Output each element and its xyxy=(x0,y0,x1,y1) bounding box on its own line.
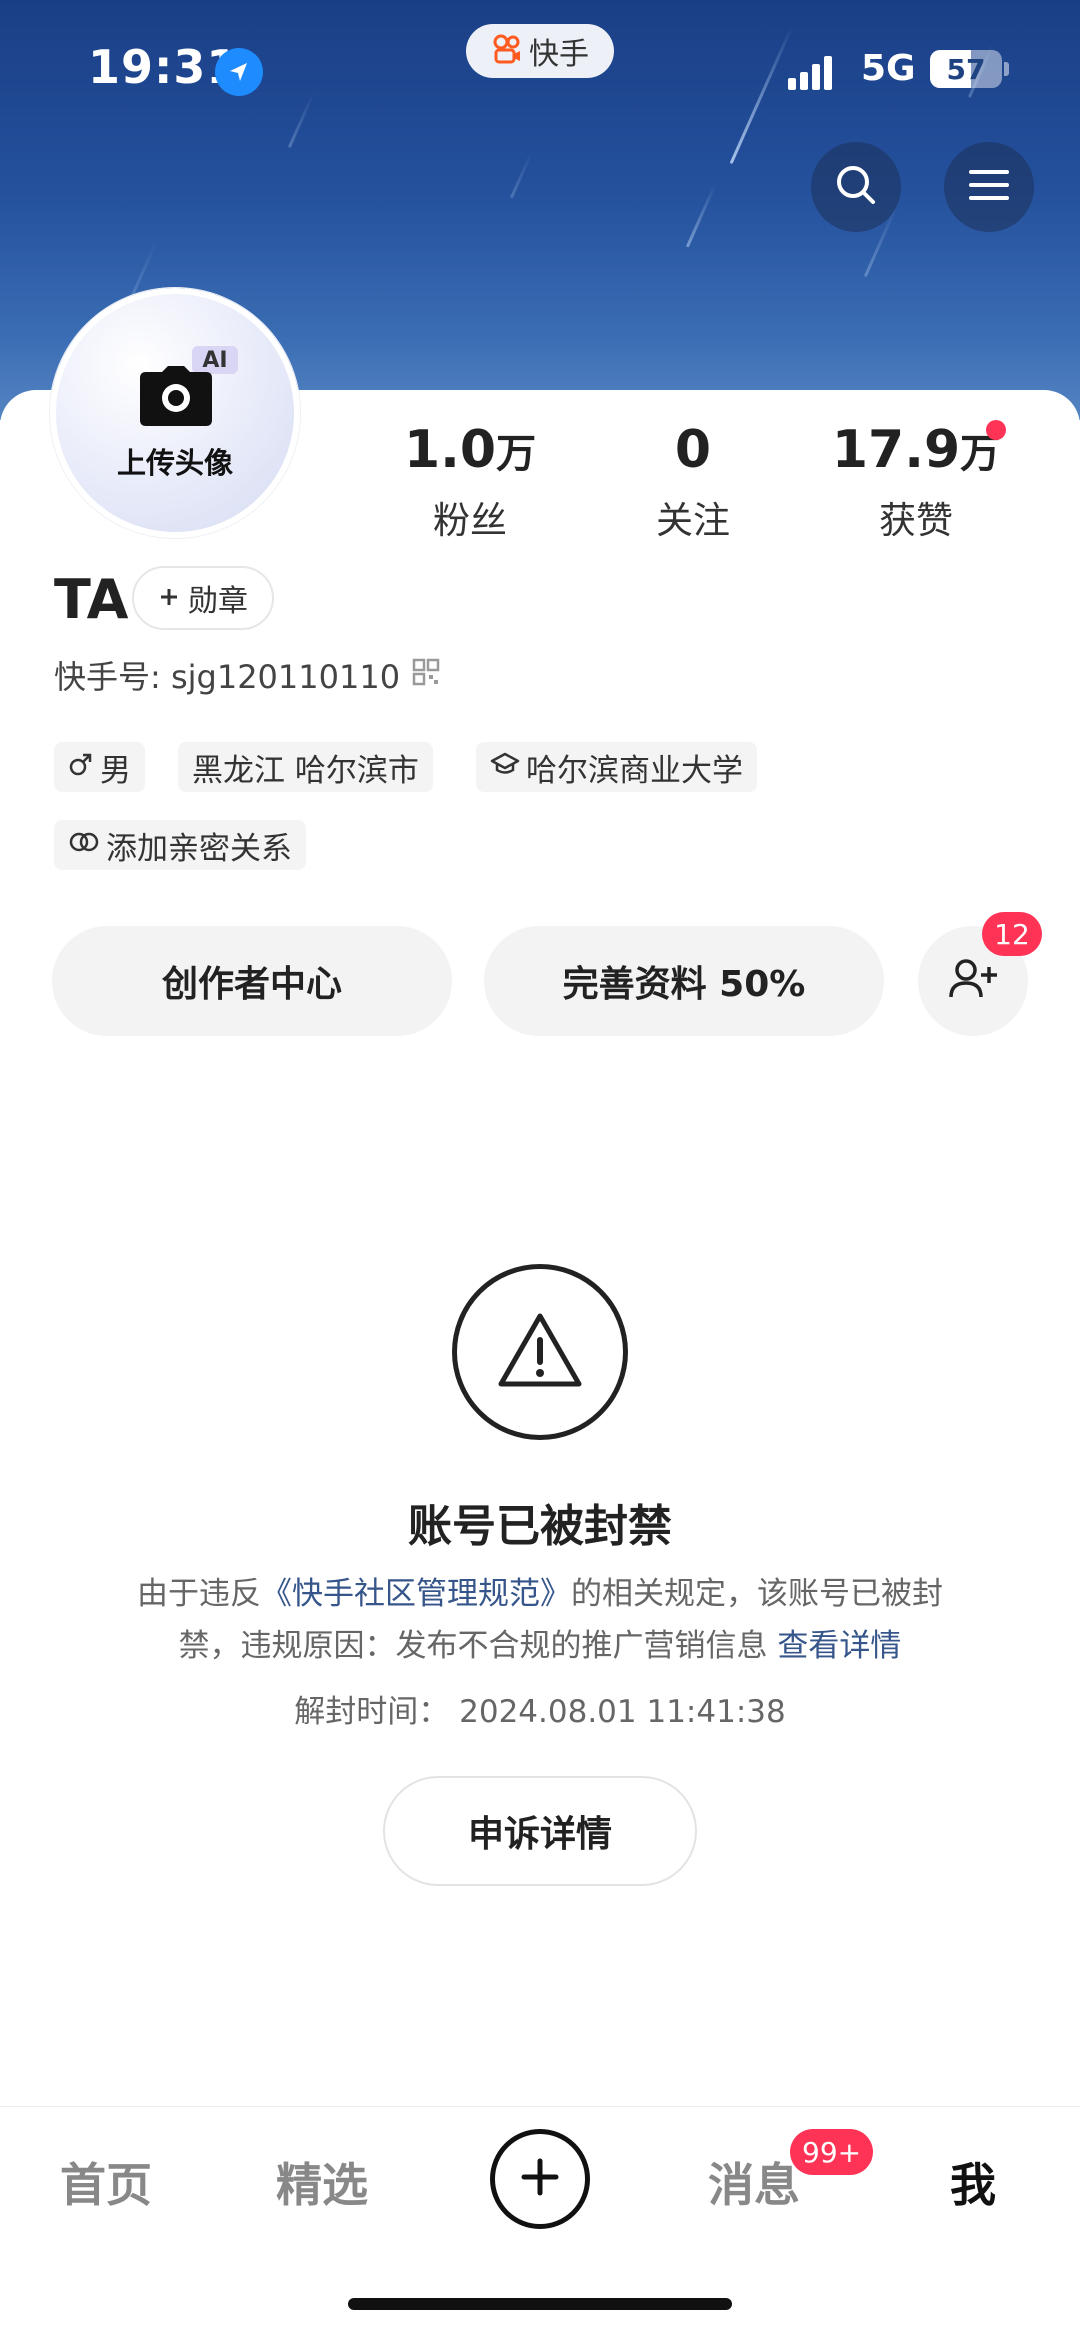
stat-followers-number: 1.0 xyxy=(403,420,497,480)
avatar-upload-label: 上传头像 xyxy=(116,446,233,480)
stat-likes[interactable]: 17.9万 获赞 xyxy=(826,420,1006,544)
plus-icon xyxy=(520,2157,560,2201)
app-origin-pill[interactable]: 快手 xyxy=(466,24,614,78)
signal-icon xyxy=(788,54,832,90)
menu-icon xyxy=(968,167,1010,207)
search-button[interactable] xyxy=(811,142,901,232)
tag-gender[interactable]: 男 xyxy=(54,742,145,792)
graduation-cap-icon xyxy=(490,749,520,785)
tag-add-relation[interactable]: 添加亲密关系 xyxy=(54,820,306,870)
messages-badge: 99+ xyxy=(790,2129,874,2175)
kuaishou-id: 快手号: sjg120110110 xyxy=(54,658,401,696)
battery-icon: 57 xyxy=(930,50,1002,88)
location-arrow-icon xyxy=(215,48,263,96)
stat-following[interactable]: 0 关注 xyxy=(603,420,783,544)
medal-label: 勋章 xyxy=(188,584,248,619)
stat-followers-label: 粉丝 xyxy=(433,499,507,542)
stat-likes-label: 获赞 xyxy=(879,499,953,542)
ban-title: 账号已被封禁 xyxy=(408,1501,672,1552)
unban-time: 解封时间： 2024.08.01 11:41:38 xyxy=(294,1694,786,1730)
ban-description: 由于违反《快手社区管理规范》的相关规定，该账号已被封禁，违规原因：发布不合规的推… xyxy=(110,1568,970,1672)
tag-gender-label: 男 xyxy=(100,752,131,789)
network-label: 5G xyxy=(861,48,916,89)
tag-school-label: 哈尔滨商业大学 xyxy=(526,752,743,789)
stat-followers[interactable]: 1.0万 粉丝 xyxy=(380,420,560,544)
create-post-button[interactable] xyxy=(490,2129,590,2229)
nav-home[interactable]: 首页 xyxy=(60,2149,152,2215)
home-indicator xyxy=(348,2298,732,2310)
view-details-link[interactable]: 查看详情 xyxy=(777,1628,901,1664)
warning-circle xyxy=(452,1264,628,1440)
profile-name: TA xyxy=(54,568,129,631)
battery-level: 57 xyxy=(946,52,986,86)
menu-button[interactable] xyxy=(944,142,1034,232)
nav-me[interactable]: 我 xyxy=(950,2149,996,2215)
add-user-icon xyxy=(948,957,998,1005)
warning-icon xyxy=(497,1312,583,1392)
app-name: 快手 xyxy=(529,37,589,72)
appeal-details-button[interactable]: 申诉详情 xyxy=(383,1776,697,1886)
battery-nub xyxy=(1004,62,1009,76)
link-rings-icon xyxy=(68,827,100,863)
tag-school[interactable]: 哈尔滨商业大学 xyxy=(476,742,757,792)
kuaishou-id-row[interactable]: 快手号: sjg120110110 xyxy=(54,652,440,698)
community-rules-link[interactable]: 《快手社区管理规范》 xyxy=(261,1576,571,1612)
plus-icon xyxy=(158,581,180,616)
add-medal-button[interactable]: 勋章 xyxy=(132,566,274,630)
tag-add-relation-label: 添加亲密关系 xyxy=(106,830,292,867)
qr-code-icon xyxy=(412,656,440,694)
creator-center-button[interactable]: 创作者中心 xyxy=(52,926,452,1036)
nav-messages[interactable]: 消息 xyxy=(708,2149,800,2215)
nav-featured[interactable]: 精选 xyxy=(276,2149,368,2215)
male-icon xyxy=(68,749,94,785)
stat-followers-unit: 万 xyxy=(496,431,537,477)
stat-following-label: 关注 xyxy=(656,499,730,542)
stat-likes-number: 17.9 xyxy=(831,420,961,480)
ban-desc-prefix: 由于违反 xyxy=(137,1576,261,1612)
complete-profile-button[interactable]: 完善资料 50% xyxy=(484,926,884,1036)
camera-icon xyxy=(138,364,214,432)
friend-requests-badge: 12 xyxy=(982,912,1042,956)
search-icon xyxy=(833,162,879,212)
kuaishou-logo-icon xyxy=(491,33,523,69)
tag-location[interactable]: 黑龙江 哈尔滨市 xyxy=(178,742,433,792)
stat-following-number: 0 xyxy=(674,420,712,480)
likes-notification-dot xyxy=(986,420,1006,440)
tag-location-label: 黑龙江 哈尔滨市 xyxy=(192,752,419,789)
